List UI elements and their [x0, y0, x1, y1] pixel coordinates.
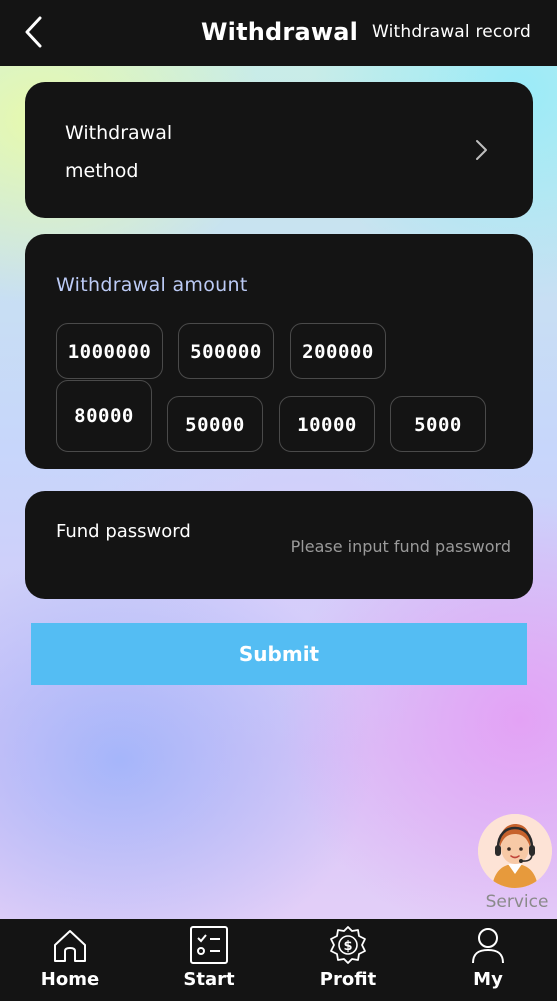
user-icon: [472, 928, 504, 964]
service-label: Service: [485, 892, 549, 912]
customer-service-avatar: [478, 814, 552, 888]
page-title: Withdrawal: [201, 18, 359, 46]
amount-option-1000000[interactable]: 1000000: [56, 323, 163, 379]
bottom-navigation: Home Start $ Profit My: [0, 919, 557, 1001]
nav-item-home[interactable]: Home: [20, 919, 120, 1001]
withdrawal-record-link[interactable]: Withdrawal record: [372, 18, 531, 46]
withdrawal-method-label: Withdrawal method: [65, 122, 173, 182]
svg-text:$: $: [343, 939, 352, 954]
nav-label-home: Home: [40, 969, 100, 990]
withdrawal-amount-label: Withdrawal amount: [56, 274, 248, 296]
withdrawal-amount-card: Withdrawal amount 1000000 500000 200000 …: [25, 234, 533, 469]
withdrawal-method-card[interactable]: Withdrawal method: [25, 82, 533, 218]
fund-password-input[interactable]: [235, 533, 511, 559]
amount-option-5000[interactable]: 5000: [390, 396, 486, 452]
top-app-bar: Withdrawal Withdrawal record: [0, 0, 557, 66]
nav-item-start[interactable]: Start: [159, 919, 259, 1001]
fund-password-label: Fund password: [56, 521, 191, 542]
fund-password-card: Fund password: [25, 491, 533, 599]
nav-item-profit[interactable]: $ Profit: [298, 919, 398, 1001]
nav-label-profit: Profit: [319, 969, 377, 990]
nav-label-start: Start: [183, 969, 235, 990]
amount-option-80000[interactable]: 80000: [56, 380, 152, 452]
back-button[interactable]: [20, 14, 50, 50]
chevron-right-icon: [476, 140, 487, 160]
dollar-badge-icon: $: [330, 926, 366, 964]
amount-option-50000[interactable]: 50000: [167, 396, 263, 452]
customer-service-button[interactable]: Service: [478, 814, 554, 918]
amount-option-500000[interactable]: 500000: [178, 323, 274, 379]
submit-button[interactable]: Submit: [31, 623, 527, 685]
amount-option-10000[interactable]: 10000: [279, 396, 375, 452]
nav-label-my: My: [473, 969, 503, 990]
task-list-icon: [190, 926, 228, 964]
amount-option-200000[interactable]: 200000: [290, 323, 386, 379]
nav-item-my[interactable]: My: [438, 919, 538, 1001]
home-icon: [54, 930, 86, 962]
chevron-left-icon: [25, 16, 42, 48]
